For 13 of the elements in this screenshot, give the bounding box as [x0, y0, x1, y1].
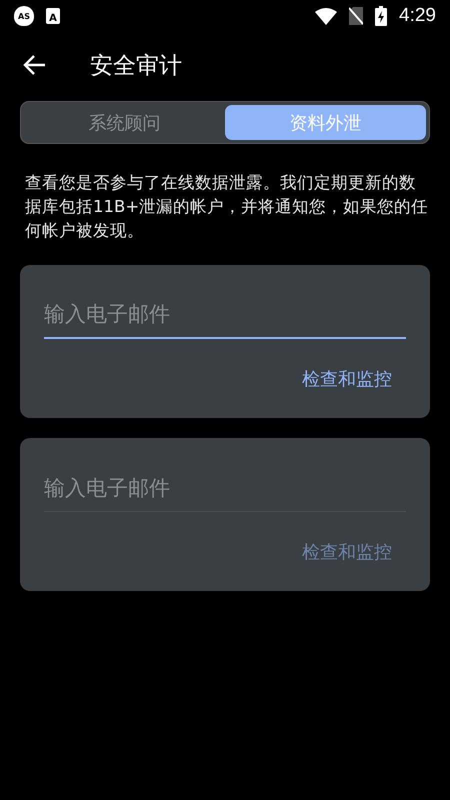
email-field[interactable]: 输入电子邮件 — [44, 297, 406, 339]
description: 查看您是否参与了在线数据泄露。我们定期更新的数据库包括11B+泄漏的帐户，并将通知您，如果您的任何帐户被发现。 — [25, 172, 430, 242]
no-sim-icon — [349, 7, 364, 25]
tab[interactable]: 系统顾问 — [24, 105, 225, 140]
tab[interactable]: 资料外泄 — [225, 105, 426, 140]
email-field[interactable]: 输入电子邮件 — [44, 470, 406, 512]
screen-title: 安全审计 — [90, 52, 182, 80]
battery-charging-icon — [375, 6, 388, 26]
app-icon: A — [46, 8, 60, 24]
shield-icon: AS — [14, 6, 34, 26]
clock: 4:29 — [399, 5, 436, 27]
wifi-icon — [315, 8, 338, 24]
check-monitor-button[interactable]: 检查和监控 — [288, 361, 406, 397]
